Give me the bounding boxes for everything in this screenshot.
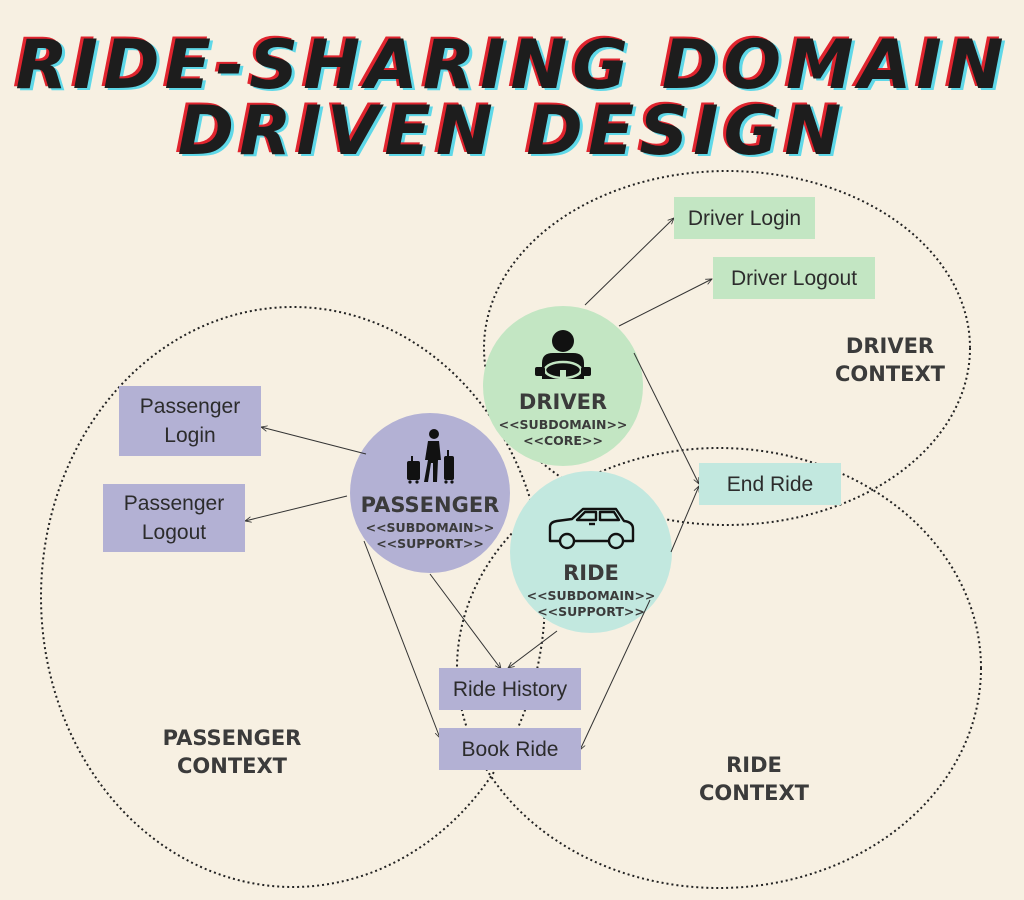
connector-driver-login <box>584 218 674 306</box>
ride-subdomain-name: RIDE <box>563 561 619 585</box>
connector-passenger-ride-history <box>429 573 501 669</box>
passenger-context-label: PASSENGER CONTEXT <box>162 726 302 778</box>
driver-login-box: Driver Login <box>674 197 815 239</box>
page-title-line-2: DRIVEN DESIGN <box>177 92 847 171</box>
driver-subdomain-name: DRIVER <box>518 390 608 414</box>
passenger-login-box: Passenger Login <box>119 386 261 456</box>
ride-context-label: RIDE CONTEXT <box>698 753 810 805</box>
passenger-subdomain-stereotype: <<SUBDOMAIN>> <<SUPPORT>> <box>365 520 495 551</box>
connector-passenger-logout <box>245 495 348 521</box>
connector-driver-logout <box>618 279 712 327</box>
book-ride-box: Book Ride <box>439 728 581 770</box>
diagram-canvas: RIDE-SHARING DOMAIN DRIVEN DESIGN DRIVER… <box>0 0 1024 900</box>
ride-history-box: Ride History <box>439 668 581 710</box>
driver-context-label: DRIVER CONTEXT <box>834 334 946 386</box>
passenger-subdomain-name: PASSENGER <box>360 493 500 517</box>
driver-subdomain-stereotype: <<SUBDOMAIN>> <<CORE>> <box>498 417 628 448</box>
ride-subdomain-stereotype: <<SUBDOMAIN>> <<SUPPORT>> <box>526 588 656 619</box>
connector-ride-history <box>508 630 558 668</box>
connector-driver-end-ride <box>633 352 699 484</box>
passenger-logout-box: Passenger Logout <box>103 484 245 552</box>
end-ride-box: End Ride <box>699 463 841 505</box>
connector-ride-end-ride <box>670 486 699 553</box>
passenger-context-boundary <box>40 306 546 888</box>
connector-passenger-login <box>261 427 367 455</box>
driver-logout-box: Driver Logout <box>713 257 875 299</box>
